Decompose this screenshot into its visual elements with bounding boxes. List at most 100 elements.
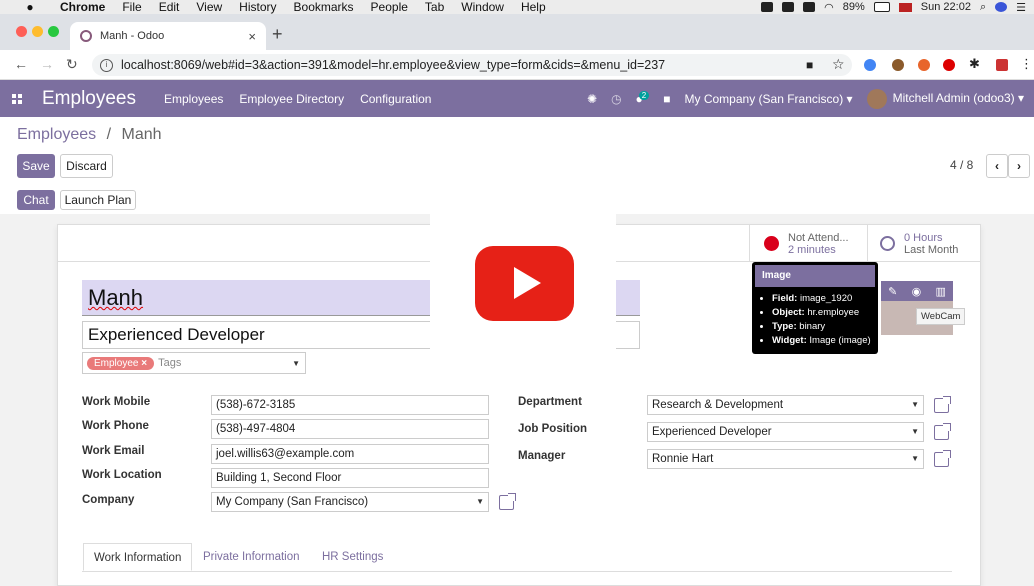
- camera-icon[interactable]: ■: [806, 58, 813, 72]
- battery-icon[interactable]: [873, 2, 890, 12]
- attendance-stat-button[interactable]: Not Attend... 2 minutes: [749, 225, 867, 262]
- department-select[interactable]: Research & Development ▼: [647, 395, 924, 415]
- apps-menu-icon[interactable]: [12, 93, 22, 104]
- debug-bug-icon[interactable]: ✺: [587, 92, 597, 106]
- cloud-icon[interactable]: [782, 2, 795, 12]
- webcam-tooltip: WebCam: [916, 308, 966, 325]
- tab-hr-settings[interactable]: HR Settings: [312, 543, 393, 571]
- webcam-eye-icon[interactable]: ◉: [912, 285, 922, 298]
- clock[interactable]: Sun 22:02: [921, 1, 971, 13]
- apple-icon[interactable]: ●: [22, 0, 38, 14]
- extension-4-icon[interactable]: [943, 59, 955, 71]
- wifi-icon[interactable]: ◠: [824, 1, 834, 14]
- edit-pencil-icon[interactable]: ✎: [888, 285, 897, 298]
- nav-configuration[interactable]: Configuration: [360, 92, 431, 106]
- launch-plan-button[interactable]: Launch Plan: [60, 190, 136, 210]
- pager-value[interactable]: 4 / 8: [950, 158, 973, 172]
- profile-flag-icon[interactable]: [996, 59, 1008, 71]
- attendance-status-dot-icon: [764, 236, 779, 251]
- browser-tab[interactable]: Manh - Odoo ×: [70, 22, 266, 50]
- flag-icon[interactable]: [898, 2, 912, 12]
- manager-select[interactable]: Ronnie Hart ▼: [647, 449, 924, 469]
- hours-stat-button[interactable]: 0 Hours Last Month: [867, 225, 981, 262]
- menu-view[interactable]: View: [196, 0, 222, 14]
- work-location-input[interactable]: Building 1, Second Floor: [211, 468, 489, 488]
- tooltip-item: Type: binary: [772, 320, 878, 334]
- menu-help[interactable]: Help: [521, 0, 546, 14]
- bookmark-star-icon[interactable]: ☆: [832, 56, 845, 73]
- siri-icon[interactable]: [995, 2, 1008, 12]
- youtube-play-icon[interactable]: [475, 246, 574, 321]
- site-info-icon[interactable]: i: [100, 58, 113, 72]
- tooltip-value: hr.employee: [807, 307, 860, 318]
- nav-employees[interactable]: Employees: [164, 92, 223, 106]
- tooltip-key: Type:: [772, 321, 797, 332]
- extension-3-icon[interactable]: [918, 59, 930, 71]
- browser-toolbar: ← → ↻ i localhost:8069/web#id=3&action=3…: [0, 50, 1034, 80]
- extensions-puzzle-icon[interactable]: ✱: [969, 56, 980, 72]
- manager-select-value: Ronnie Hart: [652, 453, 714, 465]
- menu-app-name[interactable]: Chrome: [60, 0, 105, 14]
- menu-tab[interactable]: Tab: [425, 0, 444, 14]
- chat-button[interactable]: Chat: [17, 190, 55, 210]
- tooltip-value: image_1920: [799, 293, 853, 304]
- record-icon[interactable]: [761, 2, 774, 12]
- tags-input[interactable]: Employee × Tags ▼: [82, 352, 306, 374]
- menu-people[interactable]: People: [371, 0, 408, 14]
- notification-center-icon[interactable]: ☰: [1016, 1, 1026, 14]
- menu-window[interactable]: Window: [461, 0, 504, 14]
- chrome-menu-icon[interactable]: ⋮: [1020, 56, 1033, 72]
- nav-employee-directory[interactable]: Employee Directory: [239, 92, 344, 106]
- close-tab-icon[interactable]: ×: [248, 29, 256, 44]
- shield-icon[interactable]: [803, 2, 816, 12]
- battery-percent: 89%: [842, 1, 865, 13]
- user-menu[interactable]: Mitchell Admin (odoo3) ▾: [866, 88, 1024, 109]
- chat-icon[interactable]: ●2: [636, 90, 650, 106]
- address-bar[interactable]: i localhost:8069/web#id=3&action=391&mod…: [92, 54, 852, 76]
- menu-edit[interactable]: Edit: [159, 0, 180, 14]
- company-select[interactable]: My Company (San Francisco) ▼: [211, 492, 489, 512]
- zoom-window-button[interactable]: [48, 26, 59, 37]
- pager-previous-button[interactable]: ‹: [986, 154, 1008, 178]
- back-arrow-icon[interactable]: ←: [14, 56, 28, 72]
- work-mobile-input[interactable]: (538)-672-3185: [211, 395, 489, 415]
- hours-label: Last Month: [904, 243, 959, 256]
- close-window-button[interactable]: [16, 26, 27, 37]
- save-button[interactable]: Save: [17, 154, 55, 178]
- tab-work-information[interactable]: Work Information: [83, 543, 193, 571]
- extension-2-icon[interactable]: [892, 59, 904, 71]
- work-phone-input[interactable]: (538)-497-4804: [211, 419, 489, 439]
- department-label: Department: [518, 396, 582, 408]
- gift-icon[interactable]: ■: [663, 92, 670, 106]
- tab-private-information[interactable]: Private Information: [193, 543, 310, 571]
- app-brand[interactable]: Employees: [42, 88, 136, 110]
- spotlight-search-icon[interactable]: ⌕: [980, 1, 986, 14]
- discard-button[interactable]: Discard: [60, 154, 113, 178]
- delete-trash-icon[interactable]: ▥: [935, 285, 945, 298]
- job-position-select[interactable]: Experienced Developer ▼: [647, 422, 924, 442]
- manager-caret-icon: ▼: [911, 454, 919, 463]
- work-email-input[interactable]: joel.willis63@example.com: [211, 444, 489, 464]
- minimize-window-button[interactable]: [32, 26, 43, 37]
- manager-external-link-icon[interactable]: [934, 450, 951, 467]
- employee-tag: Employee ×: [87, 356, 155, 370]
- job-position-external-link-icon[interactable]: [934, 423, 951, 440]
- tags-dropdown-caret-icon[interactable]: ▼: [292, 359, 300, 368]
- browser-tabstrip: Manh - Odoo × +: [0, 14, 1034, 50]
- pager-next-button[interactable]: ›: [1008, 154, 1030, 178]
- work-location-label: Work Location: [82, 469, 162, 481]
- activity-clock-icon[interactable]: ◷: [611, 92, 621, 106]
- department-external-link-icon[interactable]: [934, 396, 951, 413]
- menu-file[interactable]: File: [122, 0, 141, 14]
- breadcrumb-employees-link[interactable]: Employees: [17, 126, 96, 143]
- menu-history[interactable]: History: [239, 0, 276, 14]
- forward-arrow-icon[interactable]: →: [40, 56, 54, 72]
- remove-tag-icon[interactable]: ×: [141, 358, 147, 369]
- tooltip-key: Widget:: [772, 335, 807, 346]
- new-tab-button[interactable]: +: [272, 24, 283, 45]
- extension-1-icon[interactable]: [864, 59, 876, 71]
- company-external-link-icon[interactable]: [499, 493, 516, 510]
- menu-bookmarks[interactable]: Bookmarks: [294, 0, 354, 14]
- company-switcher[interactable]: My Company (San Francisco) ▾: [685, 92, 853, 106]
- reload-icon[interactable]: ↻: [66, 56, 78, 73]
